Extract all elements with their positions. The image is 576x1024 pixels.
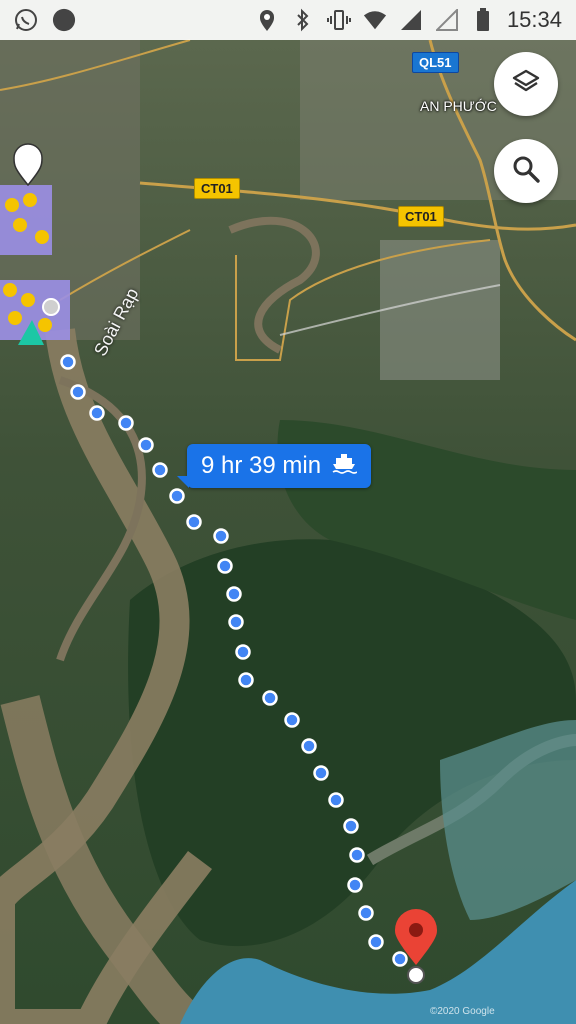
route-dot	[262, 690, 278, 706]
road-shield-ct01: CT01	[398, 206, 444, 227]
route-dot	[169, 488, 185, 504]
route-dot	[226, 586, 242, 602]
route-dot	[347, 877, 363, 893]
route-dot	[186, 514, 202, 530]
layers-button[interactable]	[494, 52, 558, 116]
vibrate-icon	[326, 8, 351, 32]
route-dot	[343, 818, 359, 834]
route-dot	[70, 384, 86, 400]
route-eta-callout[interactable]: 9 hr 39 min	[176, 444, 372, 488]
bluetooth-icon	[291, 8, 315, 32]
route-dot	[217, 558, 233, 574]
notification-dot-icon	[52, 8, 76, 32]
route-dot	[138, 437, 154, 453]
route-dot	[358, 905, 374, 921]
place-label-an-phuoc: AN PHƯỚC	[420, 98, 497, 114]
location-pin-icon	[255, 8, 279, 32]
route-dot	[60, 354, 76, 370]
map-credit: ©2020 Google	[430, 1006, 495, 1017]
layers-icon	[511, 67, 541, 102]
satellite-map[interactable]	[0, 0, 576, 1024]
route-dot	[213, 528, 229, 544]
road-shield-ql51: QL51	[412, 52, 459, 73]
route-dot	[118, 415, 134, 431]
route-dot	[328, 792, 344, 808]
status-time: 15:34	[506, 7, 562, 32]
route-dot	[228, 614, 244, 630]
route-dot	[152, 462, 168, 478]
route-dot	[89, 405, 105, 421]
road-shield-ct01: CT01	[194, 178, 240, 199]
route-dot	[284, 712, 300, 728]
route-dot	[301, 738, 317, 754]
industrial-area	[380, 240, 500, 380]
route-dot	[368, 934, 384, 950]
search-button[interactable]	[494, 139, 558, 203]
search-icon	[511, 154, 541, 189]
route-dot	[235, 644, 251, 660]
route-start-dot	[42, 298, 60, 316]
battery-icon	[471, 8, 495, 32]
cellular-signal-empty-icon	[435, 8, 459, 32]
eta-text: 9 hr 39 min	[201, 452, 322, 479]
wifi-icon	[363, 8, 387, 32]
whatsapp-icon	[14, 8, 38, 32]
ferry-icon	[331, 452, 358, 481]
route-dot	[238, 672, 254, 688]
route-dot	[313, 765, 329, 781]
cellular-signal-icon	[399, 8, 423, 32]
status-bar: 15:34	[0, 0, 576, 40]
route-dot	[392, 951, 408, 967]
route-dot	[349, 847, 365, 863]
